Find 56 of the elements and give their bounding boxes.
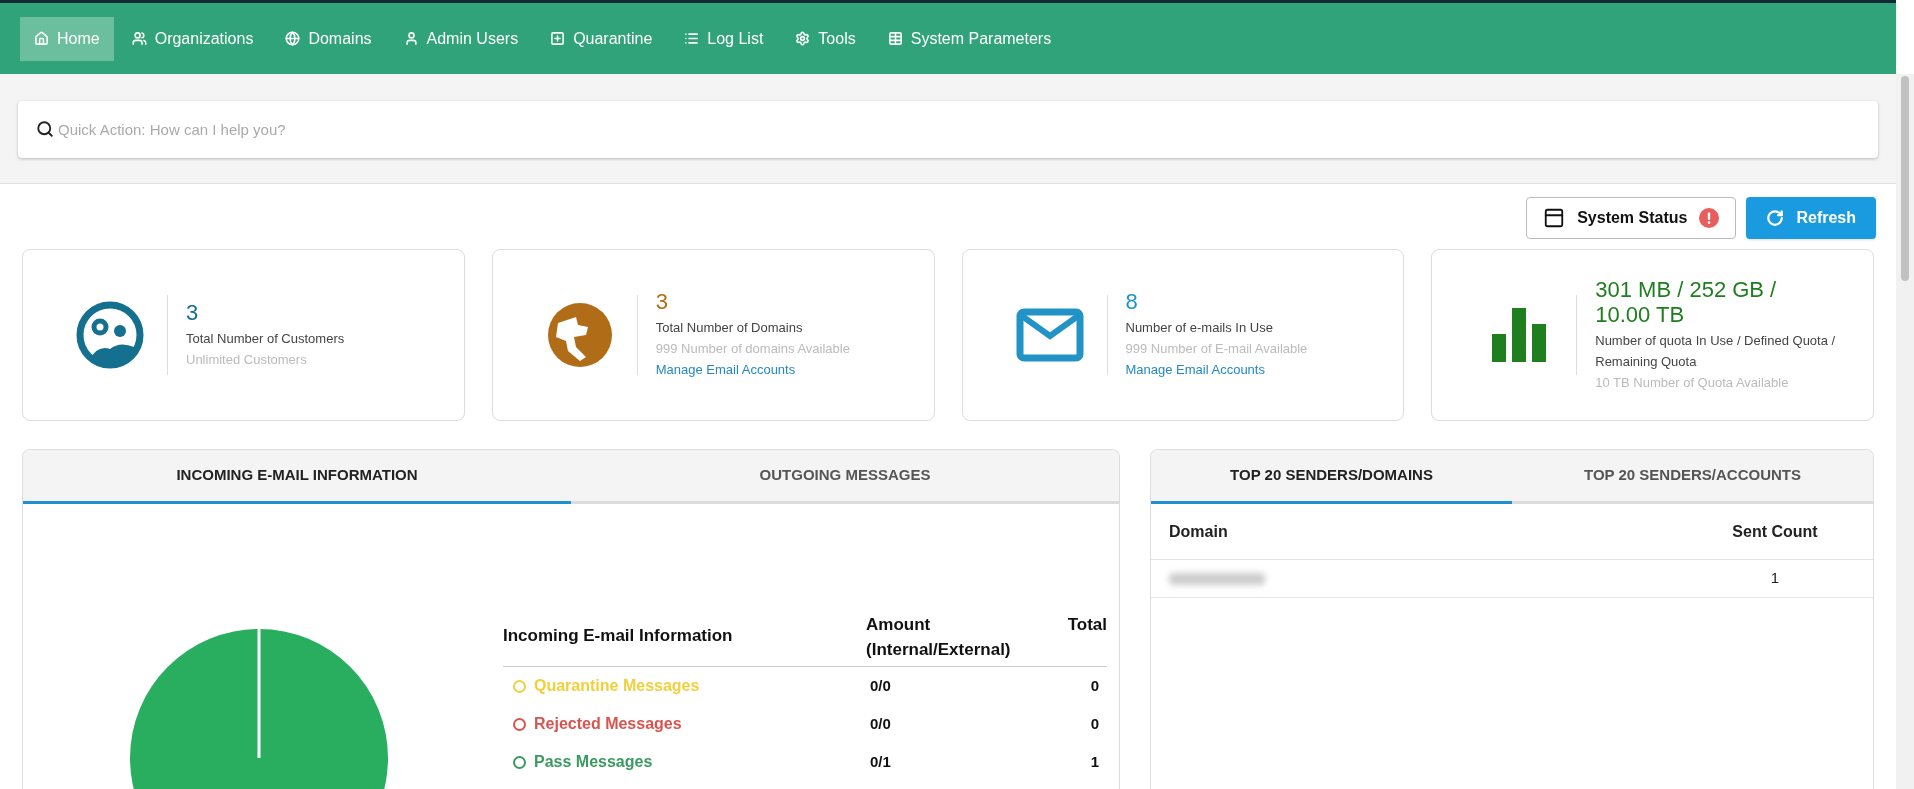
search-field[interactable]: Quick Action: How can I help you?	[18, 101, 1878, 158]
globe-icon	[285, 31, 301, 46]
nav-item[interactable]: Domains	[271, 16, 386, 61]
nav-item[interactable]: Home	[20, 16, 114, 61]
stat-subtext: Unlimited Customers	[186, 350, 308, 369]
stat-label: Total Number of Customers	[186, 329, 346, 348]
row-label: Rejected Messages	[534, 714, 682, 734]
nav-item[interactable]: Organizations	[117, 16, 268, 61]
users-icon	[131, 31, 147, 46]
settings-icon	[795, 31, 811, 46]
stat-label: Number of e-mails In Use	[1125, 319, 1274, 338]
stat-label: Number of quota In Use / Defined Quota / Remaining Quota	[1595, 332, 1837, 371]
stat-value: 3	[655, 289, 669, 315]
column-header: Domain	[1169, 521, 1229, 542]
stat-value: 3	[186, 299, 200, 325]
manage-link[interactable]: Manage Email Accounts	[1125, 360, 1368, 381]
manage-link[interactable]: Manage Email Accounts	[655, 360, 898, 381]
refresh-icon	[1766, 209, 1785, 227]
nav-item[interactable]: System Parameters	[873, 16, 1066, 61]
nav-item[interactable]: Admin Users	[389, 16, 533, 61]
home-icon	[34, 31, 49, 46]
table-icon	[887, 31, 903, 46]
stat-value: 8	[1125, 289, 1139, 315]
table-cell-text: 0	[1089, 713, 1099, 734]
table-cell-text: 1	[1769, 568, 1781, 589]
column-header: Amount (Internal/External)	[866, 614, 1012, 661]
nav-item[interactable]: Quarantine	[536, 16, 667, 61]
stat-label: Total Number of Domains	[655, 319, 804, 338]
table-cell-text: 1	[1089, 751, 1099, 772]
row-label: Pass Messages	[534, 752, 653, 772]
nav-item[interactable]: Log List	[670, 16, 778, 61]
table-cell-text: 0/1	[869, 751, 892, 772]
column-header: Sent Count	[1731, 521, 1819, 542]
table-cell-text: 0/0	[869, 713, 892, 734]
stat-subtext: 999 Number of E-mail Available	[1125, 340, 1309, 359]
list-icon	[684, 31, 700, 46]
nav-item[interactable]: Tools	[781, 16, 870, 61]
table-cell-text: 0/0	[869, 675, 892, 696]
tab[interactable]: TOP 20 SENDERS/ACCOUNTS	[1512, 450, 1873, 504]
tab[interactable]: TOP 20 SENDERS/DOMAINS	[1151, 450, 1512, 504]
search-icon	[36, 120, 54, 138]
system-status-button[interactable]: System Status	[1526, 197, 1737, 239]
grid-icon	[550, 31, 566, 46]
refresh-button[interactable]: Refresh	[1746, 197, 1876, 239]
panel-icon	[1543, 207, 1566, 229]
user-icon	[403, 31, 419, 46]
column-header: Incoming E-mail Information	[503, 624, 734, 647]
stat-subtext: 999 Number of domains Available	[655, 340, 851, 359]
scrollbar-thumb[interactable]	[1901, 76, 1909, 281]
table-cell-text: 0	[1089, 675, 1099, 696]
stat-value: 301 MB / 252 GB / 10.00 TB	[1595, 276, 1778, 328]
column-header: Total	[1066, 614, 1107, 636]
tab[interactable]: INCOMING E-MAIL INFORMATION	[23, 450, 571, 504]
row-label: Quarantine Messages	[534, 676, 700, 696]
tab[interactable]: OUTGOING MESSAGES	[571, 450, 1119, 504]
stat-subtext: 10 TB Number of Quota Available	[1595, 373, 1790, 392]
